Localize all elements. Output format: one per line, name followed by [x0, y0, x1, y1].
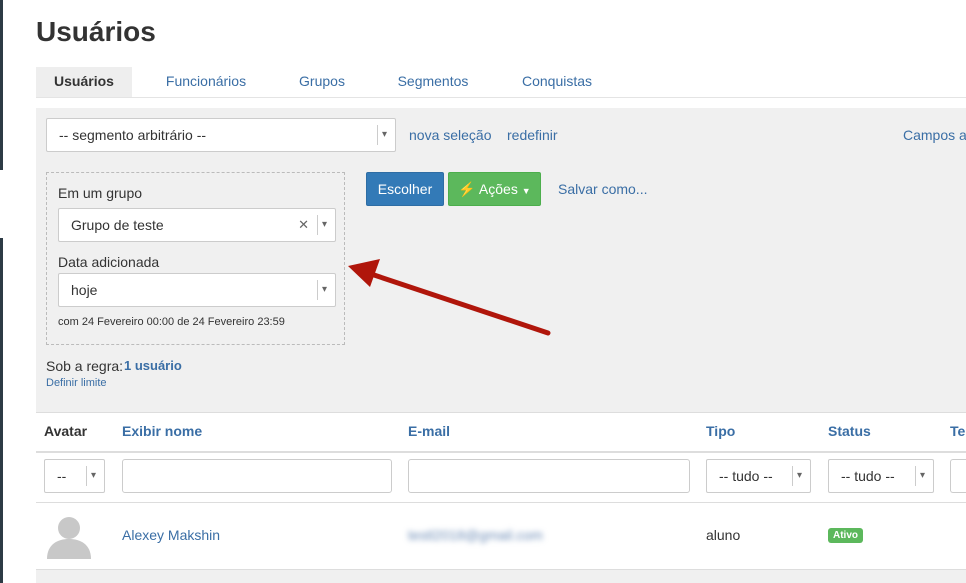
tab-funcionarios[interactable]: Funcionários	[154, 67, 258, 97]
tab-conquistas[interactable]: Conquistas	[510, 67, 604, 97]
tab-bar: Usuários Funcionários Grupos Segmentos C…	[36, 67, 966, 98]
rule-prefix: Sob a regra:	[46, 358, 124, 374]
bottom-strip	[36, 570, 966, 583]
phone-filter-input[interactable]	[950, 459, 966, 493]
define-limit-link[interactable]: Definir limite	[46, 377, 107, 389]
actions-button-label: Ações	[478, 181, 518, 197]
tab-grupos[interactable]: Grupos	[286, 67, 358, 97]
date-select-value: hoje	[71, 282, 98, 298]
close-icon[interactable]: ✕	[298, 209, 309, 241]
user-email: testl2018@gmail.com	[408, 527, 543, 543]
choose-button[interactable]: Escolher	[366, 172, 444, 206]
chevron-down-icon	[317, 215, 335, 235]
chevron-down-icon	[792, 466, 810, 486]
group-select[interactable]: Grupo de teste ✕	[58, 208, 336, 242]
col-email[interactable]: E-mail	[408, 413, 450, 450]
date-label: Data adicionada	[58, 254, 160, 270]
bolt-icon: ⚡	[458, 181, 476, 197]
user-type: aluno	[706, 527, 741, 543]
status-filter-select[interactable]: -- tudo --	[828, 459, 934, 493]
new-selection-link[interactable]: nova seleção	[409, 127, 492, 143]
users-table-header: Avatar Exibir nome E-mail Tipo Status Te…	[36, 412, 966, 453]
tab-segmentos[interactable]: Segmentos	[386, 67, 480, 97]
avatar-filter-select[interactable]: --	[44, 459, 105, 493]
status-badge: Ativo	[828, 528, 863, 543]
table-filter-row: -- -- tudo -- -- tudo --	[36, 452, 966, 503]
tab-usuarios[interactable]: Usuários	[36, 67, 132, 97]
save-as-link[interactable]: Salvar como...	[558, 181, 647, 197]
caret-down-icon: ▼	[521, 186, 531, 196]
avatar-placeholder-icon	[47, 517, 91, 559]
chevron-down-icon	[317, 280, 335, 300]
date-select[interactable]: hoje	[58, 273, 336, 307]
user-name-link[interactable]: Alexey Makshin	[122, 527, 220, 543]
email-filter-input[interactable]	[408, 459, 690, 493]
col-phone[interactable]: Tel	[950, 413, 966, 450]
reset-link[interactable]: redefinir	[507, 127, 558, 143]
col-avatar: Avatar	[44, 423, 88, 439]
group-label: Em um grupo	[58, 185, 143, 201]
left-edge	[0, 0, 3, 170]
group-select-value: Grupo de teste	[71, 217, 164, 233]
actions-button[interactable]: ⚡ Ações ▼	[448, 172, 541, 206]
name-filter-input[interactable]	[122, 459, 392, 493]
segment-select[interactable]: -- segmento arbitrário --	[46, 118, 396, 152]
col-display-name[interactable]: Exibir nome	[122, 413, 202, 450]
type-filter-select[interactable]: -- tudo --	[706, 459, 811, 493]
avatar-filter-value: --	[57, 468, 67, 484]
chevron-down-icon	[915, 466, 933, 486]
rule-count-link[interactable]: 1 usuário	[124, 358, 182, 373]
page-title: Usuários	[36, 16, 156, 47]
table-row[interactable]: Alexey Makshin testl2018@gmail.com aluno…	[36, 503, 966, 570]
col-type[interactable]: Tipo	[706, 413, 735, 450]
date-range-text: com 24 Fevereiro 00:00 de 24 Fevereiro 2…	[58, 316, 285, 328]
left-edge-lower	[0, 238, 3, 583]
status-filter-value: -- tudo --	[841, 468, 895, 484]
fields-link[interactable]: Campos ad	[903, 127, 966, 143]
col-status[interactable]: Status	[828, 413, 871, 450]
chevron-down-icon	[377, 125, 395, 145]
segment-select-value: -- segmento arbitrário --	[59, 127, 207, 143]
chevron-down-icon	[86, 466, 104, 486]
filter-condition-box: Em um grupo Grupo de teste ✕ Data adicio…	[46, 172, 345, 345]
annotation-arrow-icon	[348, 259, 551, 336]
type-filter-value: -- tudo --	[719, 468, 773, 484]
